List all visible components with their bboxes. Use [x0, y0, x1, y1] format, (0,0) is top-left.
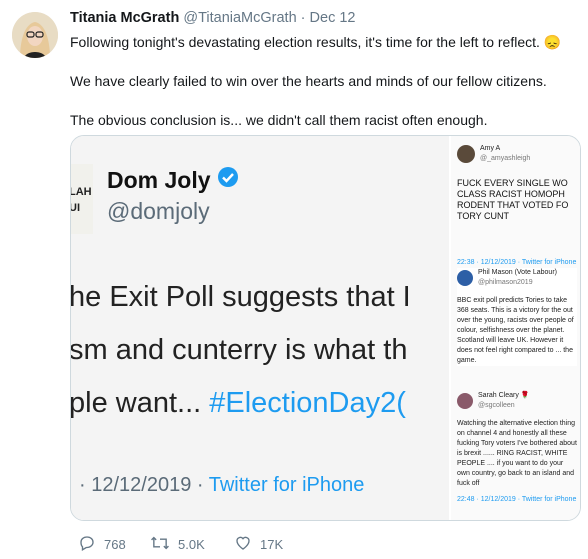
heart-icon: [234, 534, 252, 555]
side-avatar-3: [457, 393, 473, 409]
embedded-name-text: Dom Joly: [107, 166, 211, 193]
side-avatar-1: [457, 145, 475, 163]
tweet-media[interactable]: LAH UI Dom Joly @domjoly he Exit Poll su…: [70, 135, 581, 521]
tweet-line-2: We have clearly failed to win over the h…: [70, 73, 547, 89]
tweet-line-3: The obvious conclusion is... we didn't c…: [70, 112, 488, 128]
embedded-text-line-2: sm and cunterry is what th: [71, 334, 408, 366]
side-name-1: Amy A: [480, 145, 501, 152]
reply-action[interactable]: 768: [78, 534, 126, 555]
side-text-2: BBC exit poll predicts Tories to take 36…: [457, 297, 574, 364]
embedded-hashtag: #ElectionDay2(: [209, 387, 406, 419]
side-name-2: Phil Mason (Vote Labour): [478, 269, 557, 276]
author-avatar-image: [12, 12, 58, 58]
embedded-text-line-1: he Exit Poll suggests that I: [71, 281, 411, 313]
embedded-date: · 12/12/2019 ·: [79, 474, 209, 496]
embedded-author-name: Dom Joly: [107, 166, 239, 194]
reply-icon: [78, 534, 96, 555]
side-tweet-1: Amy A @_amyashleigh FUCK EVERY SINGLE WO…: [457, 144, 577, 268]
header-separator: ·: [300, 10, 306, 26]
avatar-fragment-2: UI: [71, 202, 80, 214]
like-action[interactable]: 17K: [234, 534, 283, 555]
tweet-date[interactable]: Dec 12: [310, 10, 356, 26]
tweet-line-1: Following tonight's devastating election…: [70, 34, 562, 50]
side-handle-3: @sgcolleen: [478, 402, 515, 409]
embedded-handle: @domjoly: [107, 198, 210, 224]
retweet-count: 5.0K: [178, 537, 205, 552]
side-name-3: Sarah Cleary 🌹: [478, 392, 530, 399]
side-text-1: FUCK EVERY SINGLE WO CLASS RACIST HOMOPH…: [457, 178, 569, 221]
side-tweet-2: Phil Mason (Vote Labour) @philmason2019 …: [457, 268, 577, 366]
embedded-avatar: LAH UI: [71, 164, 93, 234]
avatar-fragment-1: LAH: [71, 186, 92, 198]
side-text-3: Watching the alternative election thing …: [457, 420, 577, 487]
tweet-header: Titania McGrath @TitaniaMcGrath · Dec 12: [70, 10, 356, 26]
media-image-dom-joly[interactable]: LAH UI Dom Joly @domjoly he Exit Poll su…: [71, 136, 449, 520]
reply-count: 768: [104, 537, 126, 552]
retweet-icon: [150, 534, 170, 555]
side-footer-3: 22:48 · 12/12/2019 · Twitter for iPhone: [457, 496, 577, 503]
embedded-text-line-3: ple want... #ElectionDay2(: [71, 387, 406, 420]
like-count: 17K: [260, 537, 284, 552]
embedded-timestamp: · 12/12/2019 · Twitter for iPhone: [79, 474, 364, 497]
side-avatar-2: [457, 270, 473, 286]
author-name[interactable]: Titania McGrath: [70, 10, 179, 26]
tweet-body: Following tonight's devastating election…: [70, 32, 575, 130]
media-image-collage[interactable]: Amy A @_amyashleigh FUCK EVERY SINGLE WO…: [449, 136, 580, 520]
embedded-source: Twitter for iPhone: [208, 474, 365, 496]
author-handle[interactable]: @TitaniaMcGrath: [183, 10, 296, 26]
author-avatar[interactable]: [12, 12, 58, 58]
side-footer-1: 22:38 · 12/12/2019 · Twitter for iPhone: [457, 259, 577, 266]
side-handle-2: @philmason2019: [478, 279, 533, 286]
verified-badge-icon: [217, 166, 239, 194]
side-tweet-3: Sarah Cleary 🌹 @sgcolleen Watching the a…: [457, 391, 577, 505]
side-handle-1: @_amyashleigh: [480, 155, 531, 162]
retweet-action[interactable]: 5.0K: [150, 534, 205, 555]
embedded-text-line-3-plain: ple want...: [71, 387, 210, 419]
